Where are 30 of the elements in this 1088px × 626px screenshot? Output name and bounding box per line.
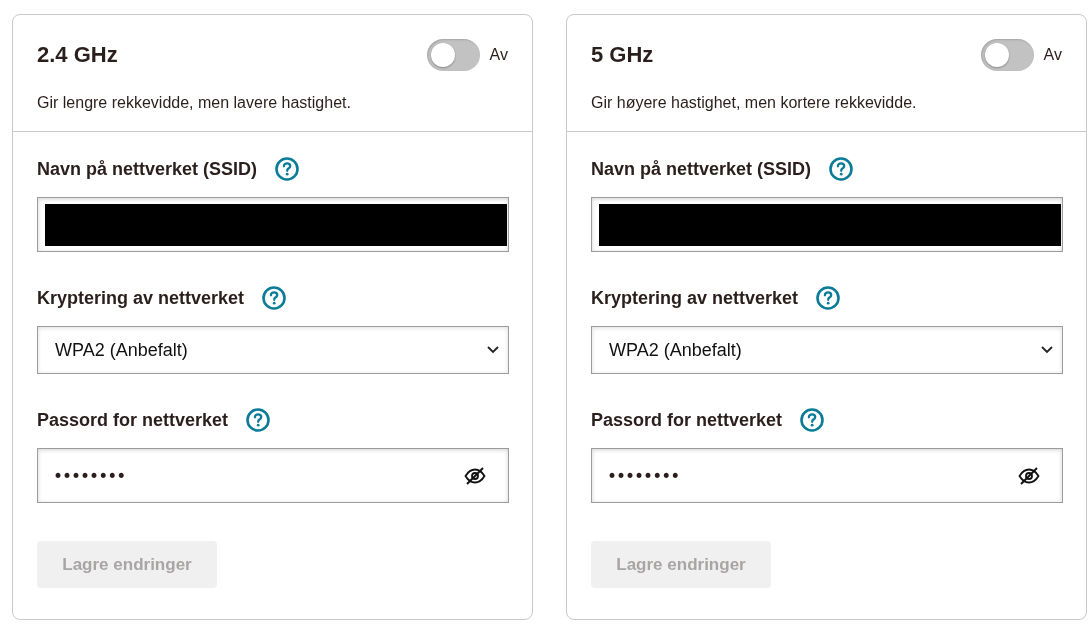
password-field[interactable]: •••••••• — [591, 448, 1063, 503]
password-field[interactable]: •••••••• — [37, 448, 509, 503]
eye-slash-icon[interactable] — [464, 466, 486, 485]
field-label: Kryptering av nettverket — [591, 287, 799, 309]
toggle-switch[interactable] — [426, 39, 480, 71]
field-label: Passord for nettverket — [591, 409, 783, 431]
band-title: 5 GHz — [591, 41, 654, 69]
toggle-label: Av — [489, 45, 508, 65]
ssid-field[interactable] — [591, 197, 1063, 252]
help-icon[interactable] — [275, 157, 300, 181]
toggle-label: Av — [1043, 45, 1062, 65]
field-label: Passord for nettverket — [37, 409, 229, 431]
encryption-select[interactable]: WPA2 (Anbefalt) — [37, 326, 509, 374]
chevron-icon — [487, 346, 499, 354]
band-description: Gir høyere hastighet, men kortere rekkevidde. — [591, 93, 918, 113]
chevron-icon — [1041, 346, 1053, 354]
toggle-switch[interactable] — [980, 39, 1034, 71]
field-label: Navn på nettverket (SSID) — [591, 158, 812, 180]
help-icon[interactable] — [246, 408, 271, 432]
help-icon[interactable] — [262, 286, 287, 310]
band-title: 2.4 GHz — [37, 41, 118, 69]
help-icon[interactable] — [829, 157, 854, 181]
help-icon[interactable] — [800, 408, 825, 432]
eye-slash-icon[interactable] — [1018, 466, 1040, 485]
field-label: Navn på nettverket (SSID) — [37, 158, 258, 180]
help-icon[interactable] — [816, 286, 841, 310]
ssid-field[interactable] — [37, 197, 509, 252]
band-description: Gir lengre rekkevidde, men lavere hastighet. — [37, 93, 352, 113]
encryption-select[interactable]: WPA2 (Anbefalt) — [591, 326, 1063, 374]
field-label: Kryptering av nettverket — [37, 287, 245, 309]
